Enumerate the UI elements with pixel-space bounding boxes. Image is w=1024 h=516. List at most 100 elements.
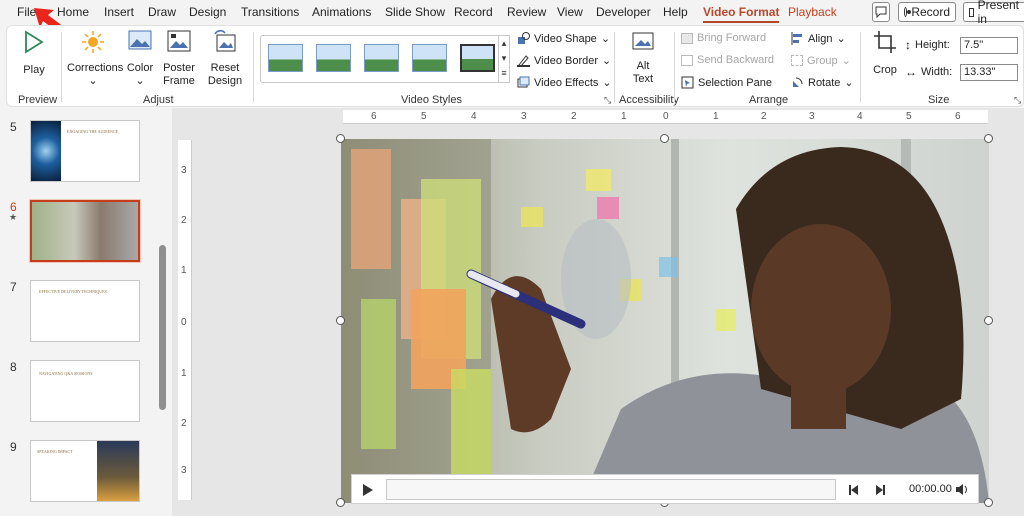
group-label-adjust: Adjust [143, 94, 174, 106]
tab-insert[interactable]: Insert [104, 5, 134, 19]
ribbon-tabs: File Home Insert Draw Design Transitions… [0, 0, 1024, 26]
resize-handle[interactable] [984, 134, 993, 143]
gallery-scroll[interactable]: ▴ ▾ ≡ [498, 35, 510, 83]
present-icon [969, 7, 974, 17]
chevron-down-icon[interactable]: ▾ [499, 51, 509, 66]
slide-thumb-title: EFFECTIVE DELIVERY TECHNIQUES [39, 289, 107, 294]
tab-design[interactable]: Design [189, 5, 226, 19]
poster-frame-label: Poster Frame [163, 62, 195, 87]
chevron-down-icon: ⌄ [844, 77, 854, 89]
separator [614, 32, 615, 102]
tab-animations[interactable]: Animations [312, 5, 371, 19]
tab-developer[interactable]: Developer [596, 5, 651, 19]
chevron-up-icon[interactable]: ▴ [499, 36, 509, 51]
slide-thumbnail-8[interactable]: NAVIGATING Q&A SESSIONS [30, 360, 140, 422]
tab-record[interactable]: Record [454, 5, 493, 19]
slide-thumb-title: NAVIGATING Q&A SESSIONS [39, 371, 93, 376]
video-frame[interactable] [341, 139, 989, 503]
resize-handle[interactable] [984, 498, 993, 507]
ruler-tick-label: 3 [181, 165, 187, 176]
video-style-option[interactable] [412, 44, 447, 72]
video-effects-button[interactable]: Video Effects ⌄ [517, 76, 612, 89]
video-style-option[interactable] [460, 44, 495, 72]
video-style-option[interactable] [268, 44, 303, 72]
color-button[interactable]: Color ⌄ [125, 30, 155, 88]
slide-thumb-image [32, 202, 138, 260]
width-field[interactable]: 13.33" [960, 64, 1018, 81]
ruler-tick-label: 1 [181, 368, 187, 379]
poster-frame-button[interactable]: Poster Frame [159, 30, 199, 88]
slide-thumbnail-9[interactable]: SPEAKING IMPACT [30, 440, 140, 502]
slide-thumbnail-5[interactable]: ENGAGING THE AUDIENCE [30, 120, 140, 182]
video-style-option[interactable] [364, 44, 399, 72]
skip-forward-icon[interactable] [874, 484, 886, 496]
play-button[interactable]: Play [19, 30, 49, 77]
tab-slide-show[interactable]: Slide Show [385, 5, 445, 19]
video-style-option[interactable] [316, 44, 351, 72]
ruler-tick-label: 2 [761, 111, 767, 122]
tab-help[interactable]: Help [663, 5, 688, 19]
video-shape-button[interactable]: Video Shape ⌄ [517, 32, 610, 45]
more-icon[interactable]: ≡ [499, 66, 509, 81]
separator [860, 32, 861, 102]
dialog-launcher-icon[interactable]: ⤡ [604, 95, 611, 106]
resize-handle[interactable] [984, 316, 993, 325]
group-label-arrange: Arrange [749, 94, 789, 106]
animation-star-icon: ★ [9, 212, 18, 222]
selection-pane-button[interactable]: Selection Pane [681, 76, 772, 89]
ruler-tick-label: 6 [955, 111, 961, 122]
video-styles-gallery[interactable] [260, 35, 510, 83]
video-border-label: Video Border [534, 54, 599, 67]
resize-handle[interactable] [336, 316, 345, 325]
record-button[interactable]: Record [898, 2, 956, 22]
chevron-down-icon: ⌄ [135, 75, 145, 87]
resize-handle[interactable] [660, 134, 669, 143]
separator [253, 32, 254, 102]
alt-text-button[interactable]: Alt Text [626, 30, 660, 86]
slide-number: 5 [10, 120, 17, 134]
present-in-button[interactable]: Present in [963, 0, 1024, 26]
align-button[interactable]: Align ⌄ [791, 32, 846, 45]
volume-icon[interactable] [955, 483, 970, 496]
crop-button[interactable]: Crop [871, 30, 899, 77]
slide-thumb-image [97, 441, 139, 501]
send-backward-icon [681, 54, 693, 66]
comments-button[interactable] [872, 2, 890, 22]
group-button[interactable]: Group ⌄ [791, 54, 851, 67]
resize-handle[interactable] [336, 498, 345, 507]
ruler-tick-label: 1 [713, 111, 719, 122]
rotate-button[interactable]: Rotate ⌄ [791, 76, 854, 89]
ruler-tick-label: 1 [621, 111, 627, 122]
tab-draw[interactable]: Draw [148, 5, 176, 19]
bring-forward-button[interactable]: Bring Forward [681, 32, 766, 44]
tab-view[interactable]: View [557, 5, 583, 19]
reset-design-button[interactable]: Reset Design [204, 29, 246, 88]
tab-review[interactable]: Review [507, 5, 546, 19]
width-control: ↔ Width: [905, 65, 952, 79]
selection-pane-label: Selection Pane [698, 76, 772, 89]
timeline-scrubber[interactable] [386, 479, 836, 500]
chevron-down-icon: ⌄ [836, 33, 846, 45]
thumbnail-scrollbar[interactable] [159, 245, 166, 410]
crop-icon [874, 31, 896, 53]
play-icon[interactable] [362, 483, 374, 497]
height-field[interactable]: 7.5" [960, 37, 1018, 54]
chevron-down-icon: ⌄ [602, 55, 612, 67]
corrections-button[interactable]: Corrections ⌄ [67, 30, 124, 88]
tab-video-format[interactable]: Video Format [703, 5, 780, 23]
group-label-video-styles: Video Styles [401, 94, 462, 106]
corrections-label: Corrections [67, 62, 124, 74]
tab-transitions[interactable]: Transitions [241, 5, 299, 19]
slide-thumbnail-7[interactable]: EFFECTIVE DELIVERY TECHNIQUES [30, 280, 140, 342]
horizontal-ruler: 6 5 4 3 2 1 0 1 2 3 4 5 6 [343, 110, 988, 124]
width-icon: ↔ [905, 65, 917, 79]
video-border-button[interactable]: Video Border ⌄ [517, 54, 611, 67]
slide-thumbnail-6[interactable] [29, 199, 141, 263]
skip-back-icon[interactable] [848, 484, 860, 496]
ruler-tick-label: 5 [906, 111, 912, 122]
dialog-launcher-icon[interactable]: ⤡ [1014, 95, 1021, 106]
send-backward-button[interactable]: Send Backward [681, 54, 774, 66]
tab-playback[interactable]: Playback [788, 5, 837, 19]
ruler-tick-label: 6 [371, 111, 377, 122]
resize-handle[interactable] [336, 134, 345, 143]
